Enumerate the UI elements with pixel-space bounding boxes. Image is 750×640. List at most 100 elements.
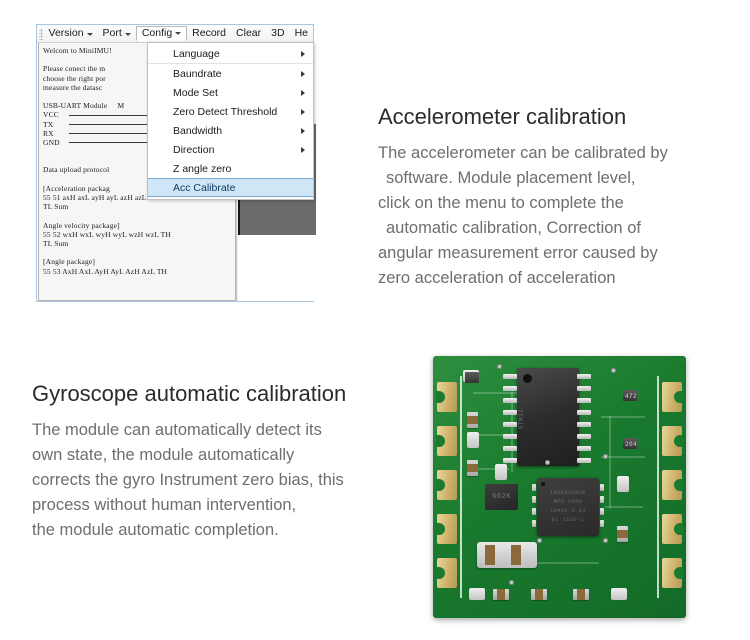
dropdown-item-direction[interactable]: Direction	[148, 140, 313, 159]
gyroscope-section-body: The module can automatically detect its …	[32, 418, 422, 543]
dropdown-item-bandwidth-label: Bandwidth	[173, 124, 223, 137]
pcb-chip-regulator: 662K	[485, 484, 518, 510]
chevron-right-icon	[301, 127, 305, 134]
pcb-via	[603, 538, 608, 543]
pcb-qfn-pad	[532, 496, 536, 503]
pcb-via	[611, 368, 616, 373]
pcb-chip-imu-marking: INVENSENSE MPU-6050 1845A-6.01 EL 1536-1	[540, 488, 596, 524]
pcb-passive-capacitor	[617, 476, 629, 492]
minimu-app-window: Version Port Config Record Clear 3D He W…	[36, 24, 316, 302]
pcb-chip-mcu: STM32	[517, 368, 579, 466]
pcb-qfn-pad	[532, 520, 536, 527]
log-line-gyro-data: 55 52 wxH wxL wyH wyL wzH wzL TH	[43, 229, 171, 239]
dropdown-item-mode-set[interactable]: Mode Set	[148, 83, 313, 102]
menu-item-clear-label: Clear	[236, 27, 262, 40]
accelerometer-body-line: zero acceleration of acceleration	[378, 269, 616, 287]
log-line-gyro-sum: TL Sum	[43, 238, 69, 248]
dropdown-item-bandwidth[interactable]: Bandwidth	[148, 121, 313, 140]
pcb-passive-body	[467, 416, 478, 424]
menu-item-record-label: Record	[192, 27, 227, 40]
menu-drag-grip[interactable]	[39, 27, 43, 40]
pcb-qfn-pad	[600, 508, 604, 515]
log-spacer	[43, 211, 235, 220]
pcb-pad	[662, 382, 683, 412]
menu-item-port[interactable]: Port	[98, 26, 136, 41]
menu-item-config[interactable]: Config	[135, 25, 188, 42]
pcb-crystal-oscillator	[477, 542, 537, 568]
pcb-passive-body	[535, 589, 543, 600]
pcb-qfn-pad	[600, 496, 604, 503]
pcb-via	[603, 454, 608, 459]
pcb-passive-resistor	[467, 460, 478, 476]
dropdown-item-baundrate[interactable]: Baundrate	[148, 64, 313, 83]
pcb-chip-imu-sensor: INVENSENSE MPU-6050 1845A-6.01 EL 1536-1	[537, 478, 599, 536]
dropdown-item-language[interactable]: Language	[148, 45, 313, 64]
pcb-passive-capacitor	[467, 432, 479, 448]
pcb-imu-marking-line: EL 1536-1	[551, 516, 585, 523]
pcb-chip-lead	[503, 374, 517, 379]
pcb-trace	[529, 562, 599, 564]
dropdown-item-baundrate-label: Baundrate	[173, 67, 222, 80]
dropdown-item-direction-label: Direction	[173, 143, 215, 156]
dropdown-item-acc-calibrate[interactable]: Acc Calibrate	[148, 178, 313, 197]
log-line-gyro-header: Angle velocity package]	[43, 220, 120, 230]
pcb-chip-lead	[577, 422, 591, 427]
chevron-right-icon	[301, 70, 305, 77]
menu-item-help-label: He	[294, 27, 308, 40]
dropdown-item-language-label: Language	[173, 48, 220, 60]
pcb-imu-marking-line: INVENSENSE	[549, 489, 586, 496]
gyroscope-body-line: own state, the module automatically	[32, 446, 295, 464]
pcb-passive-body	[617, 530, 628, 538]
accelerometer-section-title: Accelerometer calibration	[378, 104, 627, 129]
pcb-passive-resistor	[617, 526, 628, 542]
pcb-passive-resistor	[573, 589, 589, 600]
chevron-down-icon	[175, 32, 182, 35]
wire-label-rx: RX	[43, 128, 54, 138]
pcb-pad	[662, 470, 683, 500]
pcb-chip-mcu-marking: STM32	[518, 408, 525, 430]
gyroscope-body-line: corrects the gyro Instrument zero bias, …	[32, 471, 344, 489]
menu-item-clear[interactable]: Clear	[231, 26, 266, 41]
gyroscope-body-line: the module automatic completion.	[32, 521, 279, 539]
pcb-chip-lead	[577, 458, 591, 463]
pcb-via	[509, 580, 514, 585]
pcb-via	[545, 460, 550, 465]
pcb-pad	[662, 426, 683, 456]
dropdown-item-z-angle-zero[interactable]: Z angle zero	[148, 159, 313, 178]
pcb-crystal-band	[485, 545, 495, 565]
pcb-chip-lead	[503, 434, 517, 439]
wire-label-tx: TX	[43, 119, 54, 129]
pcb-pad-column-right	[662, 382, 683, 588]
menu-item-record[interactable]: Record	[187, 26, 231, 41]
menu-item-port-label: Port	[102, 27, 122, 40]
pcb-crystal-band	[511, 545, 521, 565]
log-line-acc-sum: TL Sum	[43, 202, 69, 212]
dropdown-item-zero-detect-threshold[interactable]: Zero Detect Threshold	[148, 102, 313, 121]
chevron-down-icon	[124, 32, 131, 36]
pcb-qfn-pad	[600, 484, 604, 491]
pcb-via	[537, 538, 542, 543]
pcb-passive-body	[497, 589, 505, 600]
pcb-chip-pin1-marker	[541, 482, 545, 486]
menu-item-version-label: Version	[48, 27, 84, 40]
accelerometer-body-line: The accelerometer can be calibrated by	[378, 144, 668, 162]
pcb-chip-lead	[577, 398, 591, 403]
pcb-silkscreen-edge	[460, 376, 462, 598]
menu-item-version[interactable]: Version	[44, 26, 98, 41]
config-dropdown-menu: Language Baundrate Mode Set Zero Detect …	[147, 42, 314, 200]
pcb-passive-resistor	[531, 589, 547, 600]
pcb-pad	[436, 470, 457, 500]
pcb-chip-lead	[503, 458, 517, 463]
pcb-qfn-pad	[532, 508, 536, 515]
wire-label-gnd: GND	[43, 137, 60, 147]
chevron-right-icon	[301, 108, 305, 115]
menu-item-3d[interactable]: 3D	[266, 26, 289, 41]
menu-bar: Version Port Config Record Clear 3D He	[37, 25, 313, 43]
dropdown-item-acc-calibrate-label: Acc Calibrate	[173, 181, 236, 194]
pcb-chip-pin1-marker	[523, 374, 532, 383]
menu-item-help[interactable]: He	[290, 26, 313, 41]
gyroscope-section: Gyroscope automatic calibration The modu…	[32, 381, 422, 543]
accelerometer-body-line: angular measurement error caused by	[378, 244, 658, 262]
pcb-chip-lead	[577, 374, 591, 379]
log-line-angle-header: [Angle package]	[43, 257, 96, 267]
